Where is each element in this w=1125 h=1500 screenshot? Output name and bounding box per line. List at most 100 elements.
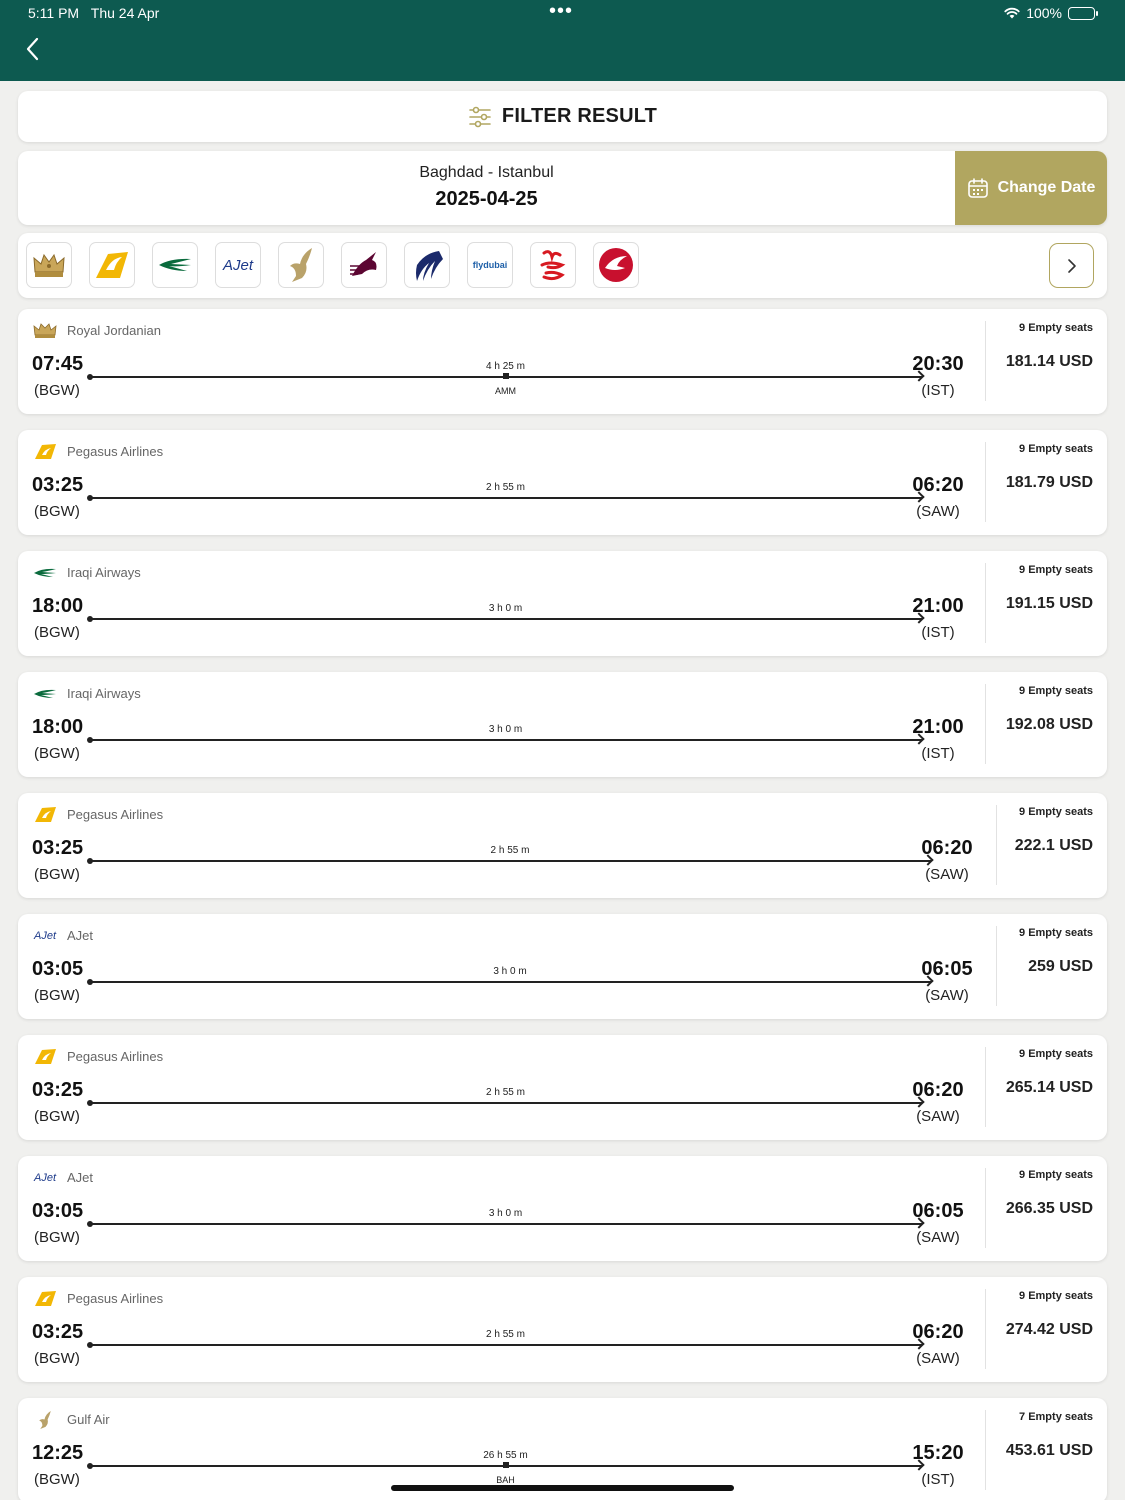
falcon-icon (290, 248, 312, 282)
stopover-marker (502, 373, 509, 379)
gulf-air-logo[interactable] (278, 242, 324, 288)
airline-logo (32, 806, 58, 824)
iraqi-airways-logo[interactable] (152, 242, 198, 288)
flight-route-line (87, 854, 934, 866)
flight-route-line (87, 1338, 925, 1350)
departure-airport: (BGW) (34, 624, 80, 641)
airline-name: Gulf Air (67, 1412, 110, 1427)
flight-card[interactable]: Iraqi Airways 18:00 (BGW) 3 h 0 m 21:00 (IST)… (18, 551, 1107, 656)
royal-jordanian-logo[interactable] (26, 242, 72, 288)
divider (985, 1168, 986, 1248)
ajet-wordmark: AJet (33, 1172, 56, 1184)
turkish-airlines-logo[interactable] (593, 242, 639, 288)
airline-filter-strip: AJet flydubai (18, 233, 1107, 298)
flight-duration: 3 h 0 m (493, 966, 527, 977)
arrival-time: 21:00 (912, 716, 964, 738)
back-button[interactable] (20, 34, 44, 64)
flight-card[interactable]: AJet AJet 03:05 (BGW) 3 h 0 m 06:05 (SAW) 9 Emp… (18, 914, 1107, 1019)
airline-name: Iraqi Airways (67, 686, 141, 701)
divider (985, 1047, 986, 1127)
iraqi-bird-icon (34, 568, 56, 577)
flydubai-logo[interactable]: flydubai (467, 242, 513, 288)
departure-airport: (BGW) (34, 382, 80, 399)
arrival-time: 20:30 (912, 353, 964, 375)
route-summary: Baghdad - Istanbul 2025-04-25 Change Dat… (18, 151, 1107, 225)
flight-duration: 3 h 0 m (488, 724, 523, 735)
price: 222.1 USD (1014, 837, 1093, 854)
stopover-airport: AMM (495, 386, 516, 396)
arrival-airport: (SAW) (916, 1229, 960, 1246)
battery-icon (1068, 6, 1098, 20)
flight-route-line (87, 975, 934, 987)
departure-airport: (BGW) (34, 1471, 80, 1488)
price: 192.08 USD (1005, 716, 1093, 733)
flight-duration: 2 h 55 m (486, 1329, 525, 1340)
arrival-airport: (SAW) (925, 987, 969, 1004)
departure-time: 07:45 (32, 353, 84, 375)
qatar-airways-logo[interactable] (341, 242, 387, 288)
empty-seats: 9 Empty seats (1019, 685, 1093, 697)
departure-time: 18:00 (32, 595, 84, 617)
multitasking-dots[interactable]: ••• (549, 0, 573, 23)
airline-name: Pegasus Airlines (67, 1049, 164, 1064)
arrival-time: 06:05 (912, 1200, 964, 1222)
pegasus-icon (96, 252, 128, 278)
flight-card[interactable]: Royal Jordanian 07:45 (BGW) 4 h 25 m AMM 20:3… (18, 309, 1107, 414)
pegasus-logo[interactable] (89, 242, 135, 288)
price: 453.61 USD (1005, 1442, 1093, 1459)
airline-name: Pegasus Airlines (67, 807, 164, 822)
stopover-marker (502, 1462, 509, 1468)
crown-icon (33, 253, 65, 277)
airline-name: Pegasus Airlines (67, 1291, 164, 1306)
price: 181.14 USD (1005, 353, 1093, 370)
wifi-icon (1004, 7, 1020, 19)
departure-time: 03:25 (32, 1079, 84, 1101)
divider (985, 1289, 986, 1369)
flight-duration: 2 h 55 m (490, 845, 530, 856)
iraqi-bird-icon (159, 258, 191, 271)
arrival-airport: (SAW) (916, 1350, 960, 1367)
departure-airport: (BGW) (34, 1108, 80, 1125)
status-time: 5:11 PM Thu 24 Apr (28, 5, 160, 21)
empty-seats: 9 Empty seats (1019, 1290, 1093, 1302)
flight-card[interactable]: AJet AJet 03:05 (BGW) 3 h 0 m 06:05 (SAW) 9 Emp… (18, 1156, 1107, 1261)
filter-result-button[interactable]: FILTER RESULT (18, 91, 1107, 142)
battery-percentage: 100% (1026, 5, 1062, 21)
arrival-time: 21:00 (912, 595, 964, 617)
price: 265.14 USD (1005, 1079, 1093, 1096)
empty-seats: 9 Empty seats (1019, 1048, 1093, 1060)
flight-route-line (87, 1096, 925, 1108)
departure-airport: (BGW) (34, 987, 80, 1004)
horus-icon (416, 251, 443, 281)
ajet-wordmark: AJet (33, 930, 56, 942)
airline-name: AJet (67, 1170, 94, 1185)
stopover-airport: BAH (496, 1475, 515, 1485)
arrival-time: 06:20 (912, 1079, 964, 1101)
ajet-logo[interactable]: AJet (215, 242, 261, 288)
arrival-airport: (IST) (921, 382, 955, 399)
price: 274.42 USD (1005, 1321, 1093, 1338)
flight-route-line (87, 612, 925, 624)
flight-card[interactable]: Pegasus Airlines 03:25 (BGW) 2 h 55 m 06:20 (… (18, 430, 1107, 535)
flight-card[interactable]: Pegasus Airlines 03:25 (BGW) 2 h 55 m 06:20 (… (18, 1035, 1107, 1140)
departure-airport: (BGW) (34, 503, 80, 520)
egyptair-logo[interactable] (404, 242, 450, 288)
emirates-logo[interactable] (530, 242, 576, 288)
flight-card[interactable]: Pegasus Airlines 03:25 (BGW) 2 h 55 m 06:20 (… (18, 793, 1107, 898)
arrival-airport: (IST) (921, 1471, 955, 1488)
flight-duration: 2 h 55 m (486, 1087, 525, 1098)
change-date-label: Change Date (997, 179, 1096, 196)
divider (985, 684, 986, 764)
flight-route-line (87, 1459, 925, 1471)
arrival-airport: (SAW) (916, 503, 960, 520)
airline-logo (32, 1290, 58, 1308)
flight-duration: 4 h 25 m (486, 361, 525, 372)
change-date-button[interactable]: Change Date (955, 151, 1107, 225)
flight-card[interactable]: Pegasus Airlines 03:25 (BGW) 2 h 55 m 06:20 (… (18, 1277, 1107, 1382)
flight-card[interactable]: Iraqi Airways 18:00 (BGW) 3 h 0 m 21:00 (IST)… (18, 672, 1107, 777)
airline-logo (32, 1048, 58, 1066)
price: 191.15 USD (1005, 595, 1093, 612)
crown-icon (33, 323, 57, 338)
airlines-next-button[interactable] (1049, 243, 1094, 288)
flight-route-line (87, 1217, 925, 1229)
